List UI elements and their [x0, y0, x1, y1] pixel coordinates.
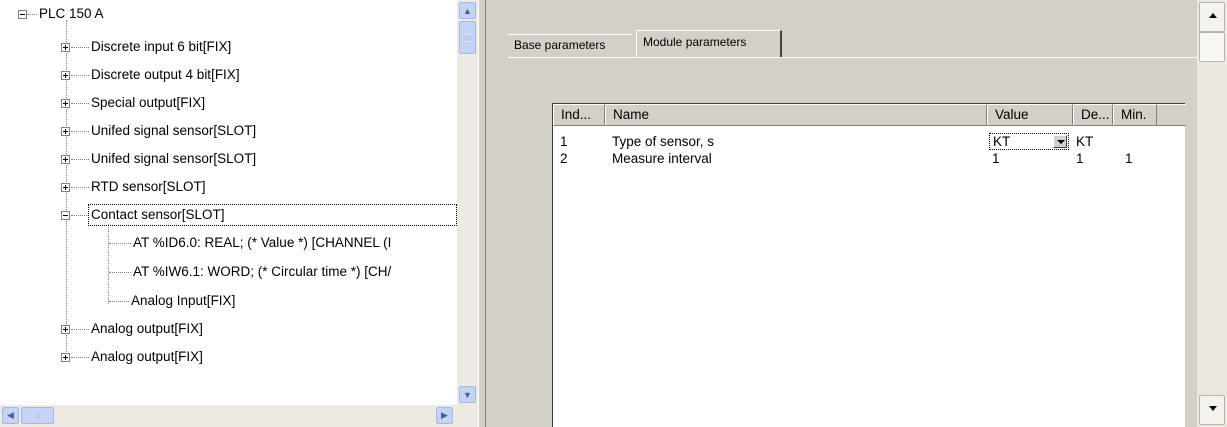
expand-icon[interactable] — [61, 183, 70, 192]
scrollbar-thumb[interactable] — [459, 21, 476, 54]
tree-connector — [109, 301, 129, 302]
column-header-index[interactable]: Ind... — [553, 104, 605, 126]
tree-connector — [71, 215, 89, 216]
scroll-up-arrow-icon[interactable] — [1199, 2, 1225, 32]
scroll-down-arrow-icon[interactable]: ▼ — [459, 386, 476, 403]
collapse-icon[interactable] — [18, 10, 27, 19]
tree-node-channel-value[interactable]: AT %ID6.0: REAL; (* Value *) [CHANNEL (I — [131, 233, 393, 253]
cell-name[interactable]: Measure interval — [605, 150, 712, 167]
tree-node-discrete-output[interactable]: Discrete output 4 bit[FIX] — [89, 65, 242, 85]
tree-node-channel-circular-time[interactable]: AT %IW6.1: WORD; (* Circular time *) [CH… — [131, 262, 393, 282]
cell-index[interactable]: 2 — [553, 150, 568, 167]
cell-value[interactable]: 1 — [985, 150, 1000, 167]
parameters-pane: Base parameters Module parameters Ind...… — [486, 0, 1227, 427]
tree-node-label: Analog output[FIX] — [91, 349, 203, 364]
column-header-label: Ind... — [561, 107, 592, 122]
tab-module-parameters[interactable]: Module parameters — [636, 30, 782, 57]
cell-default[interactable]: 1 — [1069, 150, 1084, 167]
tree-connector — [71, 103, 89, 104]
parameters-vertical-scrollbar[interactable] — [1197, 0, 1227, 427]
tree-connector — [27, 14, 37, 15]
tree-connector — [71, 357, 89, 358]
tree-node-analog-output-2[interactable]: Analog output[FIX] — [89, 347, 205, 367]
cell-min[interactable] — [1109, 133, 1116, 150]
tree-connector — [109, 243, 131, 244]
tree-node-analog-input[interactable]: Analog Input[FIX] — [129, 291, 237, 311]
scroll-down-arrow-icon[interactable] — [1199, 395, 1225, 425]
tree-connector — [109, 272, 131, 273]
expand-icon[interactable] — [61, 325, 70, 334]
scrollbar-thumb[interactable] — [1199, 32, 1225, 62]
tree-connector — [71, 131, 89, 132]
tree-node-unifed-signal-sensor-1[interactable]: Unifed signal sensor[SLOT] — [89, 121, 258, 141]
tab-label: Module parameters — [643, 35, 747, 49]
expand-icon[interactable] — [61, 155, 70, 164]
cell-index[interactable]: 1 — [553, 133, 568, 150]
tree-node-label: Discrete input 6 bit[FIX] — [91, 39, 232, 54]
cell-min[interactable]: 1 — [1118, 150, 1133, 167]
column-header-default[interactable]: De... — [1073, 104, 1113, 126]
column-header-label: Min. — [1121, 107, 1147, 122]
tree-node-contact-sensor[interactable]: Contact sensor[SLOT] — [88, 204, 457, 226]
expand-icon[interactable] — [61, 71, 70, 80]
scrollbar-thumb[interactable] — [21, 407, 54, 424]
tree-node-unifed-signal-sensor-2[interactable]: Unifed signal sensor[SLOT] — [89, 149, 258, 169]
tree-node-root[interactable]: PLC 150 A — [37, 4, 106, 24]
tree-node-special-output[interactable]: Special output[FIX] — [89, 93, 207, 113]
tree-connector — [108, 224, 109, 304]
expand-icon[interactable] — [61, 43, 70, 52]
tree-node-label: Unifed signal sensor[SLOT] — [91, 151, 257, 166]
configuration-tree[interactable]: PLC 150 A Discrete input 6 bit[FIX] Disc… — [0, 0, 457, 405]
expand-icon[interactable] — [61, 353, 70, 362]
tree-connector — [71, 187, 89, 188]
scroll-right-arrow-icon[interactable]: ▶ — [436, 407, 453, 424]
tree-node-label: AT %IW6.1: WORD; (* Circular time *) [CH… — [133, 264, 392, 279]
tree-node-label: Analog Input[FIX] — [131, 293, 236, 308]
tree-node-label: AT %ID6.0: REAL; (* Value *) [CHANNEL (I — [133, 235, 392, 250]
tree-node-label: Contact sensor[SLOT] — [88, 204, 457, 226]
tree-connector — [71, 159, 89, 160]
dropdown-value: KT — [993, 134, 1011, 149]
column-header-label: Name — [613, 107, 650, 122]
tree-node-label: Unifed signal sensor[SLOT] — [91, 123, 257, 138]
tab-base-parameters[interactable]: Base parameters — [508, 34, 632, 56]
column-header-label: Value — [995, 107, 1029, 122]
tree-node-rtd-sensor[interactable]: RTD sensor[SLOT] — [89, 177, 208, 197]
collapse-icon[interactable] — [61, 211, 70, 220]
expand-icon[interactable] — [61, 99, 70, 108]
value-dropdown[interactable]: KT — [989, 133, 1069, 150]
tree-node-analog-output-1[interactable]: Analog output[FIX] — [89, 319, 205, 339]
tab-body-border — [508, 57, 1198, 58]
pane-splitter[interactable] — [478, 0, 486, 427]
tree-node-label: Analog output[FIX] — [91, 321, 203, 336]
cell-name[interactable]: Type of sensor, s — [605, 133, 714, 150]
tree-node-label: Special output[FIX] — [91, 95, 206, 110]
tree-connector — [71, 47, 89, 48]
column-header-label: De... — [1081, 107, 1110, 122]
tree-node-label: PLC 150 A — [39, 6, 104, 21]
tree-connector — [71, 329, 89, 330]
scrollbar-corner — [457, 405, 478, 427]
tab-label: Base parameters — [514, 38, 606, 52]
column-header-filler — [1157, 104, 1186, 126]
parameters-grid[interactable]: Ind... Name Value De... Min. 1 Type of s… — [552, 103, 1186, 427]
scroll-up-arrow-icon[interactable]: ▲ — [459, 2, 476, 19]
configuration-tree-pane: PLC 150 A Discrete input 6 bit[FIX] Disc… — [0, 0, 478, 427]
tree-horizontal-scrollbar[interactable]: ◀ ▶ — [0, 405, 457, 427]
tree-vertical-scrollbar[interactable]: ▲ ▼ — [457, 0, 478, 405]
tree-connector — [71, 75, 89, 76]
tree-node-label: RTD sensor[SLOT] — [91, 179, 206, 194]
column-header-min[interactable]: Min. — [1113, 104, 1157, 126]
cell-default[interactable]: KT — [1069, 133, 1093, 150]
column-header-value[interactable]: Value — [987, 104, 1073, 126]
column-header-name[interactable]: Name — [605, 104, 987, 126]
tree-node-discrete-input[interactable]: Discrete input 6 bit[FIX] — [89, 37, 233, 57]
tree-node-label: Discrete output 4 bit[FIX] — [91, 67, 240, 82]
expand-icon[interactable] — [61, 127, 70, 136]
scroll-left-arrow-icon[interactable]: ◀ — [2, 407, 19, 424]
dropdown-arrow-icon[interactable] — [1053, 135, 1067, 148]
